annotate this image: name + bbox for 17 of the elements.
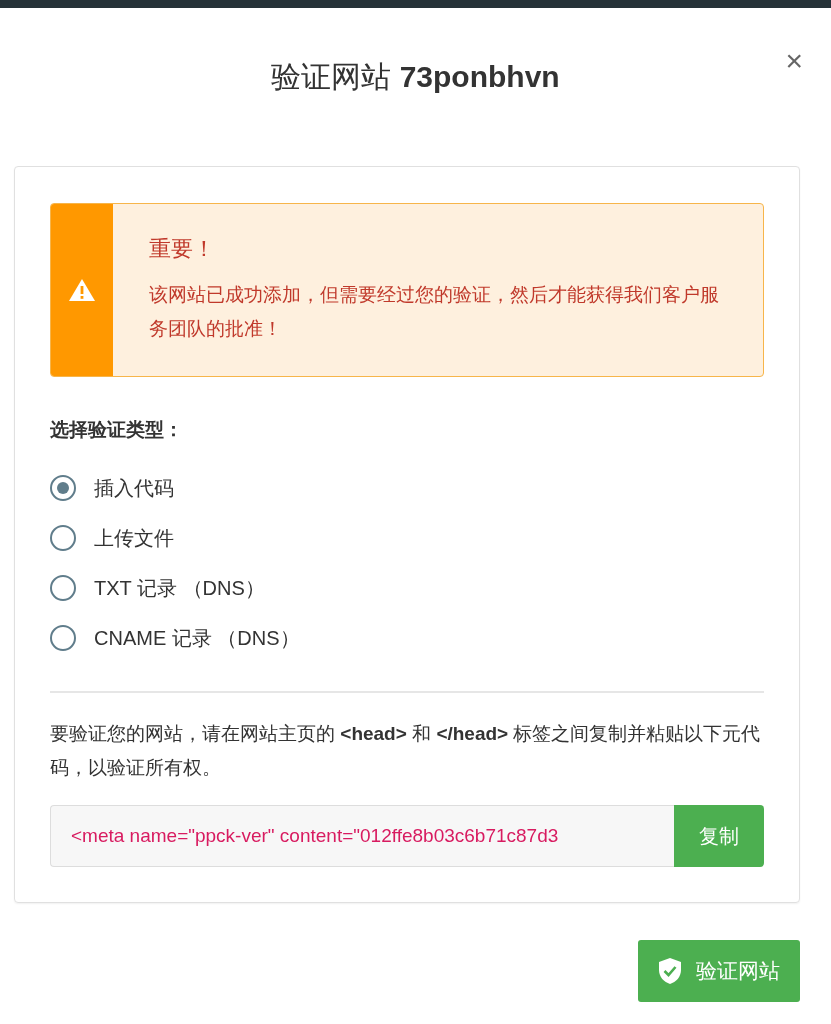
shield-check-icon (658, 957, 682, 985)
section-label: 选择验证类型： (50, 418, 184, 442)
radio-button[interactable] (50, 525, 76, 551)
radio-button[interactable] (50, 625, 76, 651)
option-label[interactable]: 插入代码 (94, 474, 174, 502)
warning-icon (68, 278, 97, 302)
alert-heading: 重要！ (149, 235, 217, 263)
option-label[interactable]: CNAME 记录 （DNS） (94, 624, 300, 652)
code-field[interactable]: <meta name="ppck-ver" content="012ffe8b03c6b71c87d3 (50, 805, 674, 867)
option-label[interactable]: 上传文件 (94, 524, 174, 552)
close-button[interactable]: × (781, 46, 807, 76)
instructions-text: 要验证您的网站，请在网站主页的 <head> 和 </head> 标签之间复制并粘贴以下元代码，以验证所有权。 (50, 722, 762, 780)
option-label[interactable]: TXT 记录 （DNS） (94, 574, 265, 602)
alert-message: 该网站已成功添加，但需要经过您的验证，然后才能获得我们客户服务团队的批准！ (149, 283, 721, 341)
dialog-title: 验证网站 73ponbhvn (271, 58, 560, 95)
radio-button[interactable] (50, 475, 76, 501)
radio-button[interactable] (50, 575, 76, 601)
